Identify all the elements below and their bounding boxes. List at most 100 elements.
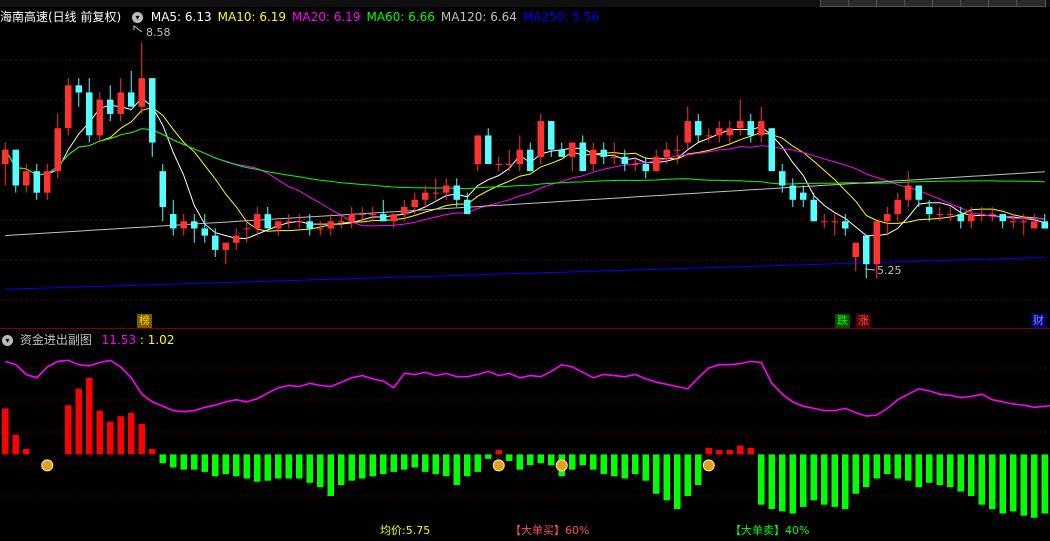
candle-body: [275, 221, 282, 229]
candle-body: [1020, 221, 1027, 223]
fund-bar: [317, 454, 324, 488]
badge-bang[interactable]: 榜: [137, 314, 152, 328]
fund-bar: [348, 454, 355, 481]
candle-body: [558, 149, 565, 157]
candle-body: [579, 142, 586, 172]
candle-body: [264, 214, 271, 229]
fund-bar: [191, 454, 198, 470]
fund-bar: [306, 454, 313, 483]
fund-bar: [642, 454, 649, 481]
fund-bar: [852, 454, 859, 494]
fund-bar: [233, 454, 240, 477]
candle-body: [411, 199, 418, 207]
fund-bar: [831, 454, 838, 507]
fund-bar: [243, 454, 250, 479]
fund-bar: [464, 454, 471, 477]
candle-body: [611, 156, 618, 158]
fund-bar: [474, 454, 481, 472]
candle-body: [453, 185, 460, 200]
fund-bar: [569, 454, 576, 470]
fund-bar: [23, 448, 30, 455]
fund-bar: [999, 454, 1006, 514]
candle-body: [65, 85, 72, 129]
candle-body: [306, 221, 313, 229]
fund-bar: [159, 454, 166, 464]
fund-bar: [506, 454, 513, 461]
candle-body: [737, 121, 744, 129]
candle-body: [810, 199, 817, 222]
candle-body: [768, 128, 775, 172]
candle-body: [180, 221, 187, 229]
candle-body: [653, 156, 660, 172]
candle-body: [191, 221, 198, 229]
candle-body: [243, 228, 250, 230]
candle-body: [632, 164, 639, 165]
fund-bar: [800, 454, 807, 507]
fund-bar: [443, 454, 450, 477]
candle-body: [107, 99, 114, 114]
fund-bar: [957, 454, 964, 492]
candle-body: [789, 185, 796, 200]
candle-body: [422, 192, 429, 200]
candle-body: [516, 149, 523, 164]
candle-body: [590, 149, 597, 164]
candle-body: [695, 121, 702, 136]
fund-bar: [390, 454, 397, 472]
fund-bar: [327, 454, 334, 496]
avg-price-label: 均价:5.75: [380, 524, 431, 537]
candle-body: [401, 206, 408, 215]
candle-body: [23, 171, 30, 186]
candle-body: [716, 128, 723, 136]
candle-body: [369, 214, 376, 216]
candle-body: [537, 121, 544, 157]
high-marker-arrow: [133, 25, 143, 33]
candle-body: [12, 149, 19, 186]
candle-body: [159, 171, 166, 207]
fund-bar: [821, 454, 828, 505]
fund-bar: [411, 454, 418, 468]
fund-bar: [128, 412, 135, 455]
candle-body: [1041, 221, 1048, 229]
fund-bar: [338, 454, 345, 485]
fund-bar: [254, 454, 261, 482]
candle-body: [96, 99, 103, 136]
candle-body: [884, 214, 891, 222]
candle-body: [915, 185, 922, 200]
candle-body: [873, 221, 880, 265]
fund-flow-line: [5, 359, 1050, 417]
candle-body: [968, 214, 975, 222]
fund-bar: [810, 454, 817, 501]
fund-bar: [684, 454, 691, 496]
fund-bar: [296, 454, 303, 479]
candle-body: [831, 221, 838, 223]
candle-body: [495, 164, 502, 165]
fund-bar: [548, 454, 555, 466]
candle-body: [75, 85, 82, 93]
candle-body: [726, 128, 733, 136]
money-bag-icon: [41, 459, 54, 472]
fund-bar: [611, 454, 618, 477]
fund-bar: [422, 454, 429, 472]
fund-bar: [978, 454, 985, 505]
fund-bar: [653, 454, 660, 494]
candle-body: [957, 214, 964, 222]
badge-zhang[interactable]: 涨: [856, 314, 871, 328]
fund-bar: [170, 454, 177, 468]
fund-bar: [432, 454, 439, 475]
fund-bar: [222, 454, 229, 475]
high-price-marker: 8.58: [146, 26, 171, 39]
candle-body: [390, 214, 397, 222]
candle-body: [432, 192, 439, 194]
candle-body: [600, 149, 607, 157]
badge-cai[interactable]: 财: [1031, 314, 1046, 328]
badge-die[interactable]: 跌: [835, 314, 850, 328]
fund-bar: [117, 416, 124, 455]
fund-bar: [947, 454, 954, 488]
candle-body: [348, 214, 355, 222]
fund-bar: [537, 454, 544, 464]
fund-bar: [359, 454, 366, 479]
candle-body: [254, 214, 261, 229]
fund-bar: [401, 454, 408, 470]
fund-bar: [527, 454, 534, 466]
fund-bar: [632, 454, 639, 475]
